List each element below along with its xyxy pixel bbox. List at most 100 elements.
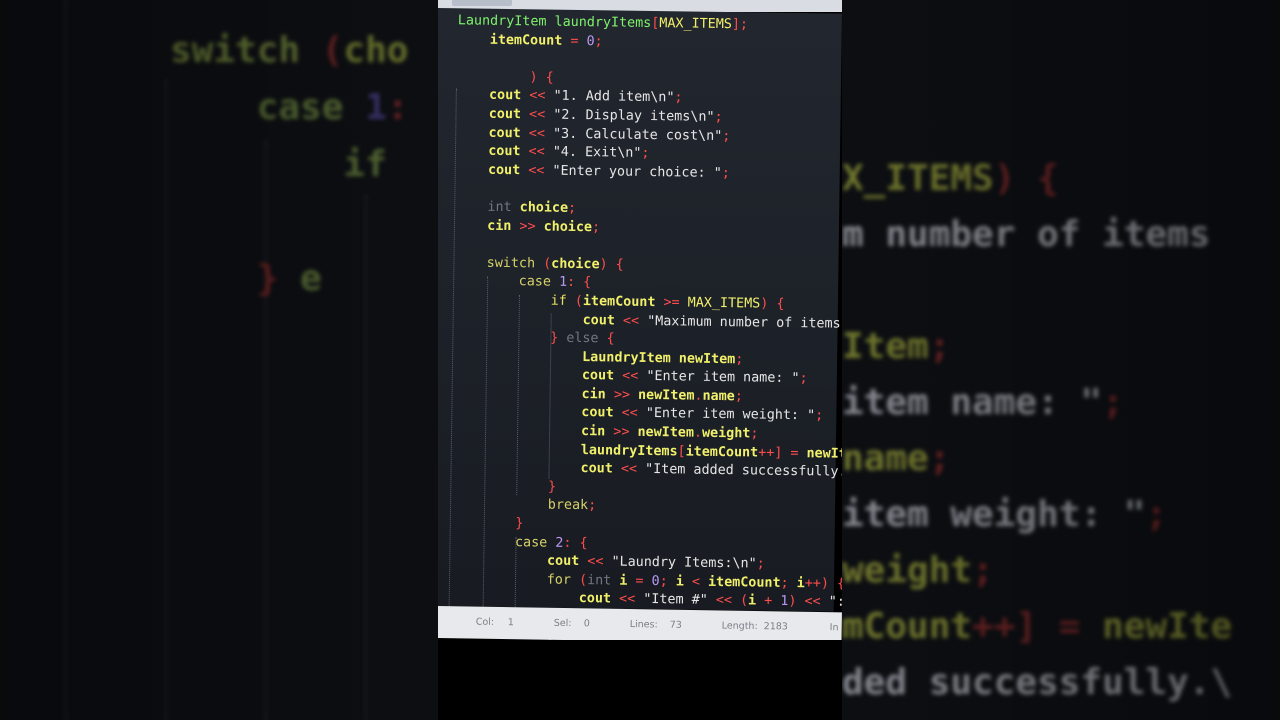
code-token: name [702, 388, 735, 405]
code-token: ; [735, 351, 744, 367]
code-token: cout [452, 366, 623, 384]
code-token: newItem [637, 424, 695, 441]
code-token: case [454, 273, 560, 291]
code-token: << [529, 88, 554, 104]
code-token: [ [677, 444, 686, 460]
code-token: << [528, 144, 553, 160]
code-token: [ [651, 15, 660, 32]
code-lines: LaundryItem laundryItems[MAX_ITEMS]; ite… [449, 12, 842, 650]
code-token: = [635, 573, 652, 589]
background-right-blur: X_ITEMS) {m number of itemsItem;item nam… [842, 0, 1280, 720]
code-token: } [451, 478, 557, 495]
code-token: << [621, 406, 646, 422]
code-token: { [606, 331, 615, 347]
code-token: itemCount [707, 574, 781, 591]
code-token: LaundryItem laundryItems [457, 13, 652, 31]
code-token: ; [591, 219, 601, 235]
code-token: weight [701, 425, 751, 442]
code-token: cout [451, 459, 621, 477]
code-token: break [450, 496, 589, 514]
code-token: ; [659, 573, 676, 590]
code-editor[interactable]: LaundryItem laundryItems[MAX_ITEMS]; ite… [438, 8, 842, 644]
code-token: ( [543, 256, 552, 272]
code-token: : { [566, 275, 592, 291]
code-token: ; [722, 128, 731, 144]
code-token: << [620, 461, 646, 478]
status-bar: Col: 1 Sel: 0 Lines: 73 Length: 2183 In [438, 606, 842, 645]
code-token: int [455, 199, 520, 216]
code-token: ) { [529, 70, 554, 86]
code-token: 2 [555, 535, 564, 551]
code-token: choice [551, 256, 600, 272]
code-token: << [618, 591, 644, 608]
code-token: ": " [828, 594, 842, 611]
code-token: << [528, 107, 554, 123]
code-token: else [566, 330, 607, 347]
code-token: >> [613, 387, 639, 403]
code-token: "Enter item name: " [646, 369, 800, 387]
code-token: ; [750, 426, 759, 442]
code-token: << [587, 554, 612, 570]
code-token: int [586, 572, 620, 589]
code-token: >> [613, 424, 638, 440]
code-token: ]; [731, 17, 749, 33]
code-token: if [453, 292, 575, 309]
code-token: ( [574, 293, 584, 309]
code-token: case [450, 533, 556, 551]
code-token: 1 [780, 594, 789, 610]
code-token: << ( [715, 593, 749, 609]
code-token: MAX_ITEMS [659, 16, 733, 33]
code-token: ++] = [758, 445, 807, 461]
editor-tab[interactable] [452, 0, 512, 6]
code-token: ) << [788, 594, 829, 610]
code-token: ; [799, 371, 808, 387]
code-token: for [449, 571, 580, 588]
code-token: cin [454, 217, 520, 234]
status-length-label: Length: [721, 620, 758, 633]
editor-photo: LaundryItem laundryItems[MAX_ITEMS]; ite… [438, 0, 842, 720]
code-token: ; [756, 556, 765, 572]
code-token: cin [452, 385, 614, 403]
status-mode: In [829, 622, 839, 634]
code-token: laundryItems [451, 440, 678, 460]
code-token: + [764, 594, 781, 610]
code-token: cout [455, 143, 529, 160]
code-token: << [528, 163, 553, 179]
code-token: < [691, 574, 709, 590]
code-token: cin [452, 422, 614, 440]
code-token: cout [456, 106, 530, 123]
code-token: "Maximum number of items [647, 313, 841, 332]
code-token: ; [567, 200, 577, 216]
code-token: cout [455, 162, 529, 179]
code-token: "3. Calculate cost\n" [552, 126, 723, 144]
code-token: MAX_ITEMS [687, 295, 761, 312]
code-token: cout [449, 589, 620, 607]
code-token: cout [450, 552, 588, 570]
code-token: ++) { [804, 575, 842, 592]
code-token: 1 [558, 275, 568, 291]
code-token: newItem [637, 387, 695, 404]
code-token: itemCount [457, 31, 571, 49]
code-token: "1. Add item\n" [553, 88, 675, 106]
code-token: "4. Exit\n" [552, 144, 642, 162]
code-token: ; [734, 389, 743, 405]
code-token: 0 [651, 573, 660, 589]
status-sel-label: Sel: [553, 617, 572, 630]
code-token: "Enter your choice: " [552, 163, 722, 181]
code-token: i [747, 593, 765, 610]
code-token: << [622, 368, 647, 385]
code-token: "Item added successfully.\ [644, 462, 842, 481]
code-token: = [570, 33, 587, 49]
code-token: ; [780, 575, 797, 591]
code-token: . [694, 388, 703, 404]
status-lines-label: Lines: [629, 619, 658, 631]
edge-shade [0, 0, 438, 720]
code-token: "2. Display items\n" [553, 107, 715, 125]
code-token: "Enter item weight: " [645, 406, 816, 424]
code-token: "Laundry Items:\n" [611, 554, 757, 572]
code-token: cout [456, 87, 530, 104]
code-token: i [796, 575, 805, 591]
